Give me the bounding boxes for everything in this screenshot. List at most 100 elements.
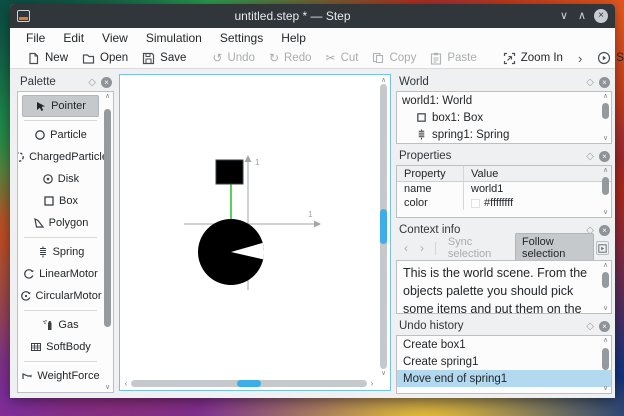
menu-help[interactable]: Help <box>273 29 314 47</box>
tree-item-spring1[interactable]: spring1: Spring <box>397 126 611 143</box>
follow-selection-button[interactable]: Follow selection <box>514 233 595 263</box>
undo-item-create-spring1[interactable]: Create spring1 <box>397 353 611 370</box>
float-icon[interactable]: ◇ <box>586 321 594 332</box>
scrollbar-thumb[interactable] <box>237 380 261 387</box>
cut-button[interactable]: ✂ Cut <box>319 50 366 66</box>
column-value[interactable]: Value <box>464 168 611 180</box>
close-icon[interactable]: × <box>599 320 610 332</box>
palette-item-polygon[interactable]: Polygon <box>20 212 101 234</box>
scrollbar-thumb[interactable] <box>602 103 609 119</box>
new-button[interactable]: New <box>20 50 75 67</box>
scroll-up-icon[interactable]: ∧ <box>603 261 608 270</box>
copy-button[interactable]: Copy <box>365 50 423 66</box>
menu-edit[interactable]: Edit <box>55 29 92 47</box>
scroll-down-icon[interactable]: ∨ <box>603 134 608 143</box>
palette-separator <box>24 310 97 311</box>
open-button[interactable]: Open <box>75 50 135 67</box>
property-row-color[interactable]: color #ffffffff <box>397 196 611 210</box>
context-info-panel: Context info ◇ × ‹ › Sync selection Foll… <box>396 222 612 314</box>
palette-item-softbody[interactable]: SoftBody <box>20 336 101 358</box>
float-icon[interactable]: ◇ <box>88 77 96 88</box>
close-icon[interactable]: × <box>599 150 610 162</box>
float-icon[interactable]: ◇ <box>586 77 594 88</box>
canvas-horizontal-scrollbar[interactable]: ‹ › <box>121 378 377 389</box>
world-scrollbar[interactable]: ∧ ∨ <box>600 92 611 143</box>
properties-scrollbar[interactable]: ∧ ∨ <box>600 166 611 217</box>
redo-button[interactable]: ↻ Redo <box>262 50 319 66</box>
menu-view[interactable]: View <box>94 29 136 47</box>
scrollbar-thumb[interactable] <box>602 348 609 370</box>
titlebar[interactable]: untitled.step * — Step ∨ ∧ × <box>10 4 615 28</box>
float-icon[interactable]: ◇ <box>586 151 594 162</box>
palette-item-weightforce[interactable]: WeightForce <box>20 365 101 387</box>
palette-item-linearmotor[interactable]: LinearMotor <box>20 263 101 285</box>
scroll-up-icon[interactable]: ∧ <box>603 336 608 345</box>
tree-item-world1[interactable]: world1: World <box>397 92 611 109</box>
palette-scrollbar[interactable]: ∧ ∨ <box>102 92 113 392</box>
menu-file[interactable]: File <box>18 29 53 47</box>
scroll-up-icon[interactable]: ∧ <box>381 76 386 84</box>
forward-button[interactable]: › <box>415 241 429 255</box>
close-button[interactable]: × <box>594 9 608 23</box>
close-icon[interactable]: × <box>599 76 610 88</box>
scroll-right-icon[interactable]: › <box>367 379 377 388</box>
maximize-button[interactable]: ∧ <box>573 4 591 28</box>
properties-column-headers: Property Value <box>397 166 611 182</box>
undo-button[interactable]: ↺ Undo <box>205 50 262 66</box>
simulate-button[interactable]: Simulate ∨ <box>590 49 624 67</box>
x-axis-tick-label: 1 <box>308 210 313 219</box>
scroll-up-icon[interactable]: ∧ <box>105 92 110 101</box>
palette-item-chargedparticle[interactable]: ChargedParticle <box>18 146 108 168</box>
undo-item-create-box1[interactable]: Create box1 <box>397 336 611 353</box>
zoom-in-button[interactable]: Zoom In <box>496 50 570 67</box>
scroll-down-icon[interactable]: ∨ <box>603 208 608 217</box>
scroll-down-icon[interactable]: ∨ <box>105 383 110 392</box>
tree-item-box1[interactable]: box1: Box <box>397 109 611 126</box>
properties-title: Properties <box>399 150 452 162</box>
column-property[interactable]: Property <box>397 166 464 181</box>
undo-item-move-end-of-spring1[interactable]: Move end of spring1 <box>397 370 611 387</box>
disk-icon <box>42 174 53 184</box>
menu-settings[interactable]: Settings <box>212 29 271 47</box>
palette-item-pointer[interactable]: Pointer <box>22 95 99 117</box>
simulate-play-icon <box>597 51 611 65</box>
world-scene-canvas[interactable]: 1 1 ∧ ∨ ‹ › <box>119 74 391 391</box>
scrollbar-thumb[interactable] <box>602 177 609 195</box>
context-info-text: This is the world scene. From the object… <box>403 266 588 314</box>
close-icon[interactable]: × <box>101 76 112 88</box>
scroll-up-icon[interactable]: ∧ <box>603 92 608 101</box>
scroll-down-icon[interactable]: ∨ <box>381 369 386 377</box>
palette-item-spring[interactable]: Spring <box>20 241 101 263</box>
undo-history-title: Undo history <box>399 320 464 332</box>
scroll-down-icon[interactable]: ∨ <box>603 304 608 313</box>
palette-item-box[interactable]: Box <box>20 190 101 212</box>
circular-motor-icon <box>20 291 31 301</box>
open-in-browser-button[interactable] <box>596 241 609 255</box>
scrollbar-thumb[interactable] <box>602 272 609 288</box>
context-info-scrollbar[interactable]: ∧ ∨ <box>600 261 611 313</box>
back-button[interactable]: ‹ <box>399 241 413 255</box>
palette-item-gas[interactable]: Gas <box>20 314 101 336</box>
undo-history-scrollbar[interactable]: ∧ ∨ <box>600 336 611 393</box>
palette-item-circularmotor[interactable]: CircularMotor <box>20 285 102 307</box>
scrollbar-thumb[interactable] <box>380 209 387 244</box>
scroll-down-icon[interactable]: ∨ <box>603 384 608 393</box>
toolbar-overflow-chevron[interactable]: › <box>570 51 590 66</box>
scene-graphics: 1 1 <box>184 155 321 290</box>
scroll-up-icon[interactable]: ∧ <box>603 166 608 175</box>
sync-selection-button[interactable]: Sync selection <box>442 234 513 262</box>
canvas-vertical-scrollbar[interactable]: ∧ ∨ <box>378 76 389 377</box>
close-icon[interactable]: × <box>599 224 610 236</box>
save-button[interactable]: Save <box>135 50 193 67</box>
toolbar-separator <box>435 241 436 255</box>
menu-simulation[interactable]: Simulation <box>138 29 210 47</box>
palette-item-disk[interactable]: Disk <box>20 168 101 190</box>
palette-separator <box>24 237 97 238</box>
palette-item-particle[interactable]: Particle <box>20 124 101 146</box>
undo-icon: ↺ <box>212 51 223 65</box>
scrollbar-thumb[interactable] <box>104 109 111 327</box>
minimize-button[interactable]: ∨ <box>555 4 573 28</box>
paste-button[interactable]: Paste <box>423 50 483 67</box>
property-row-name[interactable]: name world1 <box>397 182 611 196</box>
scroll-left-icon[interactable]: ‹ <box>121 379 131 388</box>
